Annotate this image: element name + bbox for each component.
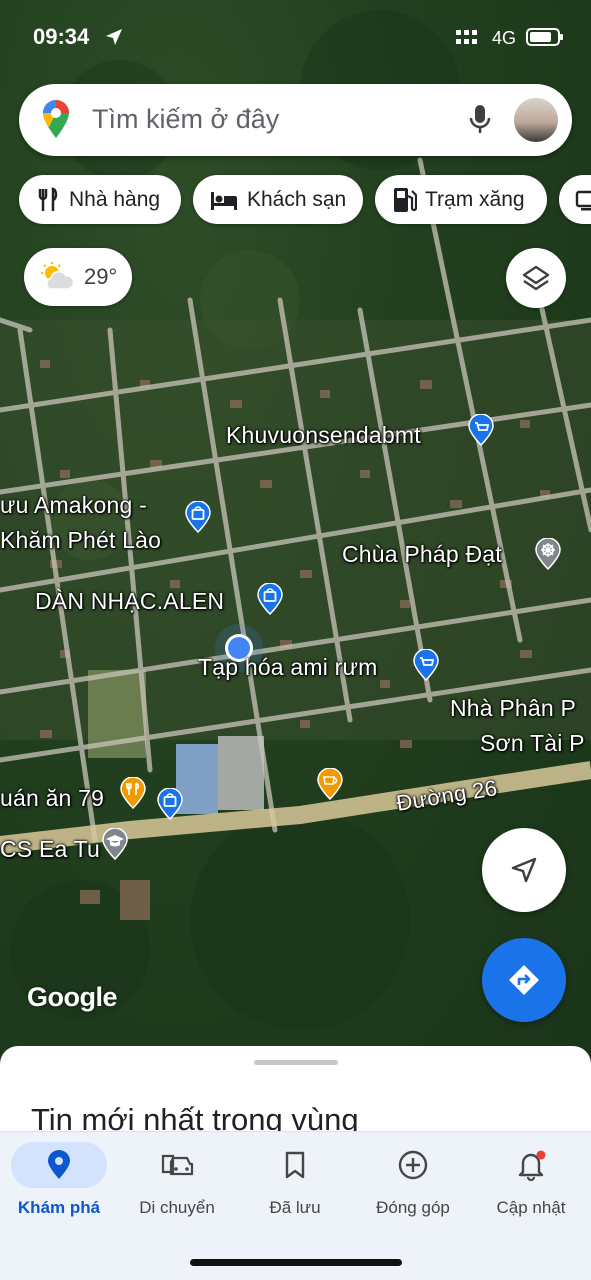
poi-label-school[interactable]: CS Ea Tu bbox=[0, 836, 100, 863]
poi-label-khuvuon[interactable]: Khuvuonsendabmt bbox=[226, 422, 421, 449]
directions-icon bbox=[509, 965, 539, 995]
school-pin-icon[interactable] bbox=[102, 828, 128, 860]
chip-hotels[interactable]: Khách sạn bbox=[193, 175, 363, 224]
chip-label: Khách sạn bbox=[247, 187, 347, 211]
navigation-arrow-icon bbox=[511, 857, 537, 883]
cafe-pin-icon[interactable] bbox=[317, 768, 343, 800]
gas-pump-icon bbox=[391, 186, 417, 214]
signal-icon bbox=[456, 30, 477, 44]
nav-label: Cập nhật bbox=[496, 1198, 566, 1217]
weather-temperature: 29° bbox=[84, 264, 118, 289]
chip-label: Trạm xăng bbox=[425, 187, 525, 211]
shopping-pin-icon[interactable] bbox=[413, 649, 439, 681]
maps-logo-icon bbox=[43, 100, 69, 138]
poi-label-dannhac[interactable]: DÀN NHẠC.ALEN bbox=[35, 588, 224, 615]
status-bar: 09:34 4G bbox=[0, 0, 591, 76]
nav-item-saved[interactable]: Đã lưu bbox=[236, 1142, 354, 1222]
add-circle-icon bbox=[398, 1150, 428, 1180]
nav-item-commute[interactable]: Di chuyển bbox=[118, 1142, 236, 1222]
nav-label: Đã lưu bbox=[269, 1198, 321, 1217]
google-logo: Google bbox=[27, 982, 118, 1012]
bottom-navigation: Khám phá Di chuyển Đã lưu Đóng góp Cập n… bbox=[0, 1131, 591, 1280]
bed-icon bbox=[209, 188, 239, 212]
shopping-icon bbox=[575, 188, 591, 212]
poi-label-chua[interactable]: Chùa Pháp Đạt bbox=[342, 541, 502, 568]
home-indicator bbox=[190, 1259, 402, 1266]
directions-button[interactable] bbox=[482, 938, 566, 1022]
shopping-bag-pin-icon[interactable] bbox=[185, 501, 211, 533]
sheet-drag-handle[interactable] bbox=[254, 1060, 338, 1065]
nav-item-contribute[interactable]: Đóng góp bbox=[354, 1142, 472, 1222]
avatar[interactable] bbox=[514, 98, 558, 142]
car-icon bbox=[161, 1154, 194, 1176]
battery-icon bbox=[526, 28, 563, 46]
restaurant-pin-icon[interactable] bbox=[120, 777, 146, 809]
location-pin-icon bbox=[48, 1150, 70, 1179]
fork-knife-icon bbox=[35, 186, 61, 213]
bell-icon bbox=[518, 1150, 546, 1181]
poi-label-amakong-line2[interactable]: Khăm Phét Lào bbox=[0, 527, 161, 554]
layers-button[interactable] bbox=[506, 248, 566, 308]
nav-label: Di chuyển bbox=[139, 1198, 215, 1217]
location-arrow-icon bbox=[106, 29, 122, 45]
chip-restaurants[interactable]: Nhà hàng bbox=[19, 175, 181, 224]
nav-item-updates[interactable]: Cập nhật bbox=[472, 1142, 590, 1222]
nav-label: Khám phá bbox=[17, 1198, 101, 1217]
weather-chip[interactable]: 29° bbox=[24, 248, 132, 306]
poi-label-nhaphan[interactable]: Nhà Phân P bbox=[450, 695, 576, 722]
shopping-pin-icon[interactable] bbox=[468, 414, 494, 446]
nav-item-explore[interactable]: Khám phá bbox=[0, 1142, 118, 1222]
map-view[interactable]: Khuvuonsendabmt ưu Amakong - Khăm Phét L… bbox=[0, 0, 591, 1070]
chip-label: Nhà hàng bbox=[69, 187, 161, 211]
poi-label-quanan[interactable]: uán ăn 79 bbox=[0, 785, 104, 812]
poi-label-amakong[interactable]: ưu Amakong - bbox=[0, 492, 147, 519]
notification-dot bbox=[536, 1150, 546, 1160]
network-type: 4G bbox=[492, 28, 517, 48]
poi-label-nhaphan-line2[interactable]: Sơn Tài P bbox=[480, 730, 585, 757]
bookmark-icon bbox=[285, 1151, 305, 1179]
poi-label-taphoa[interactable]: Tạp hóa ami rưm bbox=[198, 654, 377, 681]
chip-gas-stations[interactable]: Trạm xăng bbox=[375, 175, 547, 224]
search-bar[interactable]: Tìm kiếm ở đây bbox=[19, 84, 572, 156]
shopping-bag-pin-icon[interactable] bbox=[257, 583, 283, 615]
my-location-button[interactable] bbox=[482, 828, 566, 912]
partly-cloudy-icon bbox=[41, 262, 75, 290]
status-time: 09:34 bbox=[33, 24, 90, 49]
nav-label: Đóng góp bbox=[376, 1198, 450, 1217]
search-input[interactable]: Tìm kiếm ở đây bbox=[92, 104, 279, 135]
layers-icon bbox=[522, 265, 550, 291]
temple-pin-icon[interactable] bbox=[535, 538, 561, 570]
shopping-bag-pin-icon[interactable] bbox=[157, 788, 183, 820]
microphone-icon[interactable] bbox=[467, 103, 493, 137]
